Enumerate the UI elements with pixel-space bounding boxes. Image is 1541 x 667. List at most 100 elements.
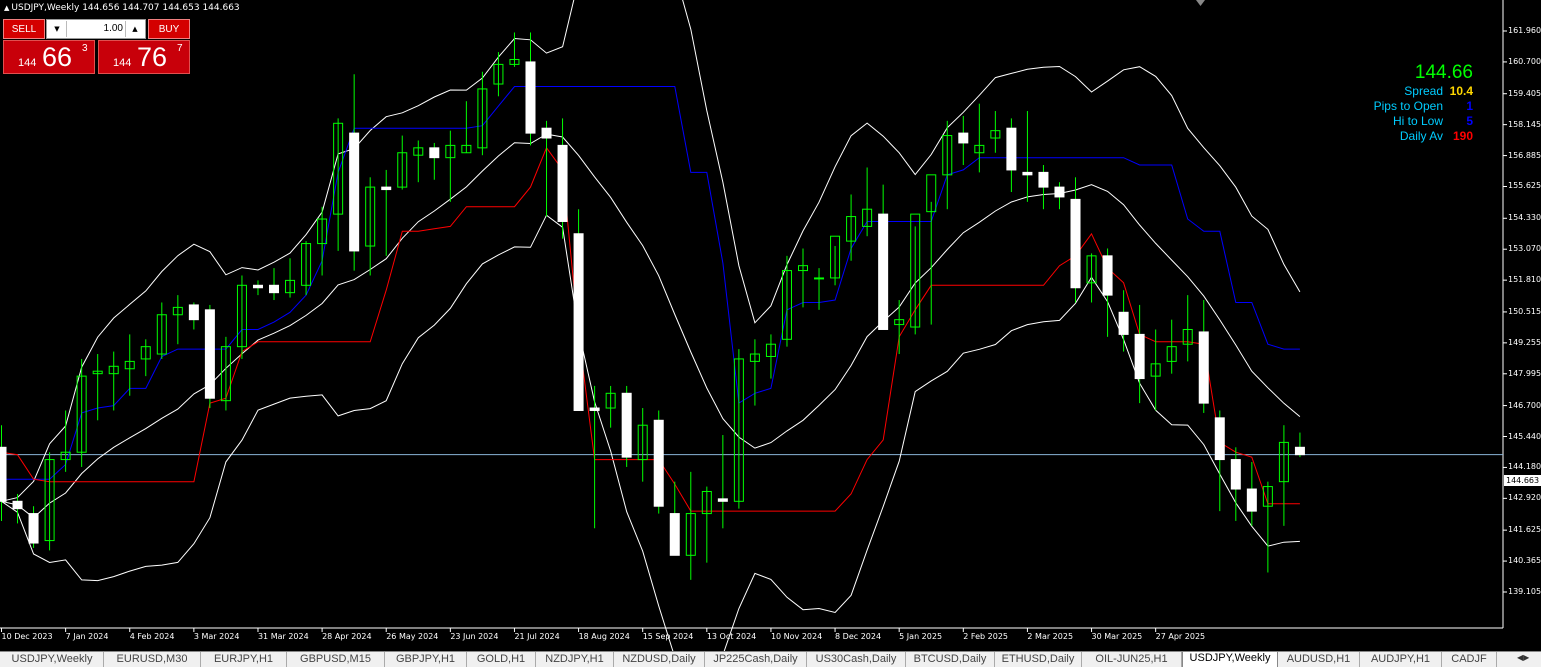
x-tick-label: 3 Mar 2024 — [193, 632, 240, 641]
chart-tab-bar: USDJPY,Weekly EURUSD,M30 EURJPY,H1 GBPUSD,M… — [0, 651, 1541, 667]
lot-decrease-icon[interactable]: ▼ — [48, 21, 67, 37]
buy-price-sup: 7 — [177, 43, 183, 54]
tab-chart[interactable]: EURUSD,M30 — [104, 652, 201, 667]
info-value: 1 — [1466, 99, 1473, 113]
sell-price-big: 66 — [42, 42, 73, 72]
y-tick-label: 161.960 — [1508, 26, 1541, 35]
y-tick-label: 141.625 — [1508, 525, 1541, 535]
tab-chart[interactable]: US30Cash,Daily — [807, 652, 906, 667]
bear-candle — [381, 186, 392, 191]
current-price-tag: 144.663 — [1504, 475, 1541, 486]
tab-chart[interactable]: USDJPY,Weekly — [1, 652, 104, 667]
info-row-spread: Spread 10.4 — [1374, 84, 1473, 99]
one-click-trading-panel: SELL ▼ 1.00 ▲ BUY 144 66 3 144 76 7 — [3, 19, 190, 75]
bear-candle — [878, 213, 889, 330]
y-tick-label: 142.920 — [1508, 493, 1541, 503]
bear-candle — [669, 513, 680, 556]
tab-chart[interactable]: AUDJPY,H1 — [1360, 652, 1442, 667]
buy-button[interactable]: BUY — [148, 19, 190, 39]
tab-chart[interactable]: USDJPY,Weekly — [1182, 652, 1278, 667]
chart-shift-marker — [1196, 0, 1205, 6]
y-tick-label: 160.700 — [1508, 56, 1541, 66]
x-tick-label: 27 Apr 2025 — [1155, 632, 1206, 641]
info-value: 10.4 — [1449, 84, 1473, 98]
scroll-right-icon[interactable]: ▶ — [1523, 653, 1529, 662]
info-label: Hi to Low — [1392, 114, 1443, 128]
y-tick-label: 156.885 — [1508, 150, 1541, 160]
bear-candle — [204, 309, 215, 399]
y-tick-label: 146.700 — [1508, 400, 1541, 410]
tab-chart[interactable]: NZDJPY,H1 — [536, 652, 614, 667]
info-price: 144.66 — [1414, 62, 1473, 83]
bear-candle — [188, 304, 199, 321]
sell-button[interactable]: SELL — [3, 19, 45, 39]
tab-chart[interactable]: EURJPY,H1 — [201, 652, 287, 667]
buy-price-big: 76 — [137, 42, 168, 72]
bear-candle — [1134, 333, 1145, 380]
tab-chart[interactable]: NZDUSD,Daily — [614, 652, 705, 667]
y-tick-label: 159.405 — [1508, 88, 1541, 98]
sell-price-sup: 3 — [82, 43, 88, 54]
tab-chart[interactable]: BTCUSD,Daily — [906, 652, 995, 667]
bear-candle — [1022, 171, 1033, 176]
tab-chart[interactable]: AUDUSD,H1 — [1278, 652, 1360, 667]
bear-candle — [28, 513, 39, 544]
bear-candle — [1214, 417, 1225, 461]
triangle-up-icon: ▲ — [4, 4, 10, 12]
bear-candle — [1070, 198, 1081, 289]
x-tick-label: 13 Oct 2024 — [706, 632, 757, 641]
bear-candle — [1198, 331, 1209, 404]
x-tick-label: 2 Mar 2025 — [1027, 632, 1074, 641]
bear-candle — [252, 284, 263, 289]
info-row-hi-to-low: Hi to Low 5 — [1374, 114, 1473, 129]
x-tick-label: 30 Mar 2025 — [1091, 632, 1143, 641]
price-chart[interactable] — [0, 0, 1541, 651]
info-panel: 144.66 Spread 10.4 Pips to Open 1 Hi to Lo… — [1374, 62, 1473, 144]
y-tick-label: 153.070 — [1508, 244, 1541, 254]
buy-price-button[interactable]: 144 76 7 — [98, 40, 190, 74]
bear-candle — [1294, 446, 1305, 456]
lot-increase-icon[interactable]: ▲ — [125, 21, 144, 37]
info-row-daily-av: Daily Av 190 — [1374, 129, 1473, 144]
x-tick-label: 7 Jan 2024 — [65, 632, 109, 641]
buy-price-prefix: 144 — [113, 57, 132, 69]
bear-candle — [1230, 459, 1241, 490]
bear-candle — [717, 498, 728, 502]
x-tick-label: 26 May 2024 — [386, 632, 439, 641]
y-tick-label: 145.440 — [1508, 431, 1541, 441]
x-tick-label: 15 Sep 2024 — [642, 632, 694, 641]
x-tick-label: 28 Apr 2024 — [322, 632, 372, 641]
sell-price-button[interactable]: 144 66 3 — [3, 40, 95, 74]
tab-chart[interactable]: OIL-JUN25,H1 — [1082, 652, 1182, 667]
x-tick-label: 23 Jun 2024 — [450, 632, 499, 641]
y-tick-label: 144.180 — [1508, 462, 1541, 472]
y-tick-label: 150.515 — [1508, 306, 1541, 316]
bear-candle — [621, 392, 632, 458]
tab-scroll-arrows[interactable]: ◀▶ — [1517, 653, 1539, 666]
bull-candle — [814, 277, 825, 280]
tab-chart[interactable]: GBPUSD,M15 — [287, 652, 385, 667]
chart-area[interactable]: ▲ USDJPY,Weekly 144.656 144.707 144.653 1… — [0, 0, 1541, 651]
tab-chart[interactable]: GOLD,H1 — [467, 652, 536, 667]
sell-price-prefix: 144 — [18, 57, 37, 69]
tab-chart[interactable]: GBPJPY,H1 — [385, 652, 467, 667]
bear-candle — [1102, 255, 1113, 296]
bollinger-middle-band — [1, 133, 1301, 519]
tab-chart[interactable]: CADJF — [1442, 652, 1497, 667]
x-tick-label: 4 Feb 2024 — [129, 632, 175, 641]
bear-candle — [557, 144, 568, 222]
info-label: Spread — [1404, 84, 1443, 98]
y-tick-label: 149.255 — [1508, 337, 1541, 347]
info-row-pips-to-open: Pips to Open 1 — [1374, 99, 1473, 114]
lot-size-input[interactable]: ▼ 1.00 ▲ — [46, 19, 146, 39]
info-value: 5 — [1466, 114, 1473, 128]
bear-candle — [269, 284, 280, 294]
tab-chart[interactable]: JP225Cash,Daily — [705, 652, 807, 667]
y-tick-label: 158.145 — [1508, 119, 1541, 129]
tab-chart[interactable]: ETHUSD,Daily — [995, 652, 1082, 667]
lot-size-value[interactable]: 1.00 — [69, 20, 123, 38]
bear-candle — [1054, 186, 1065, 198]
bear-candle — [0, 446, 7, 502]
bear-candle — [12, 500, 23, 510]
red-channel-line — [1, 146, 1300, 512]
